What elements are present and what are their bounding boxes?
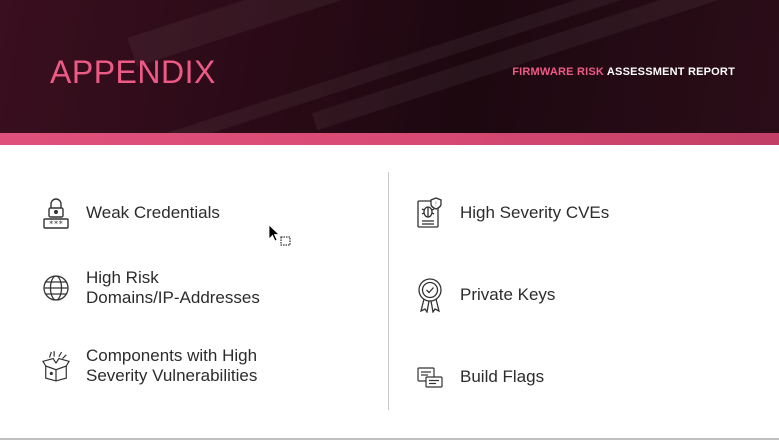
appendix-item-build-flags[interactable]: Build Flags [416, 360, 544, 394]
report-name-rest: ASSESSMENT REPORT [606, 66, 735, 78]
report-name: FIRMWARE RISK ASSESSMENT REPORT [512, 66, 735, 78]
header-accent-band [0, 133, 779, 145]
footer-divider [0, 438, 779, 440]
report-name-highlight: FIRMWARE RISK [512, 66, 605, 78]
flag-cards-icon [416, 360, 444, 394]
appendix-item-vulnerable-components[interactable]: Components with High Severity Vulnerabil… [42, 346, 257, 386]
open-box-icon [42, 349, 70, 383]
appendix-item-label: High Risk Domains/IP-Addresses [86, 268, 260, 307]
bug-document-icon: ! [416, 196, 444, 230]
svg-text:!: ! [435, 202, 436, 208]
column-divider [388, 172, 389, 410]
appendix-item-weak-credentials[interactable]: *** Weak Credentials [42, 196, 220, 230]
svg-text:***: *** [49, 220, 64, 229]
appendix-item-high-severity-cves[interactable]: ! High Severity CVEs [416, 196, 609, 230]
mouse-pointer-icon [268, 224, 294, 255]
lock-password-icon: *** [42, 196, 70, 230]
appendix-item-high-risk-domains[interactable]: High Risk Domains/IP-Addresses [42, 268, 260, 308]
appendix-item-label: High Severity CVEs [460, 203, 610, 222]
appendix-item-label: Components with High Severity Vulnerabil… [86, 346, 258, 385]
appendix-item-label: Private Keys [460, 285, 556, 304]
appendix-item-label: Weak Credentials [86, 203, 220, 222]
appendix-item-label: Build Flags [460, 367, 545, 386]
page-title: APPENDIX [50, 54, 216, 90]
certificate-badge-icon [416, 278, 444, 313]
globe-icon [42, 271, 70, 305]
report-header-banner: APPENDIX FIRMWARE RISK ASSESSMENT REPORT [0, 0, 779, 145]
appendix-item-private-keys[interactable]: Private Keys [416, 278, 556, 313]
